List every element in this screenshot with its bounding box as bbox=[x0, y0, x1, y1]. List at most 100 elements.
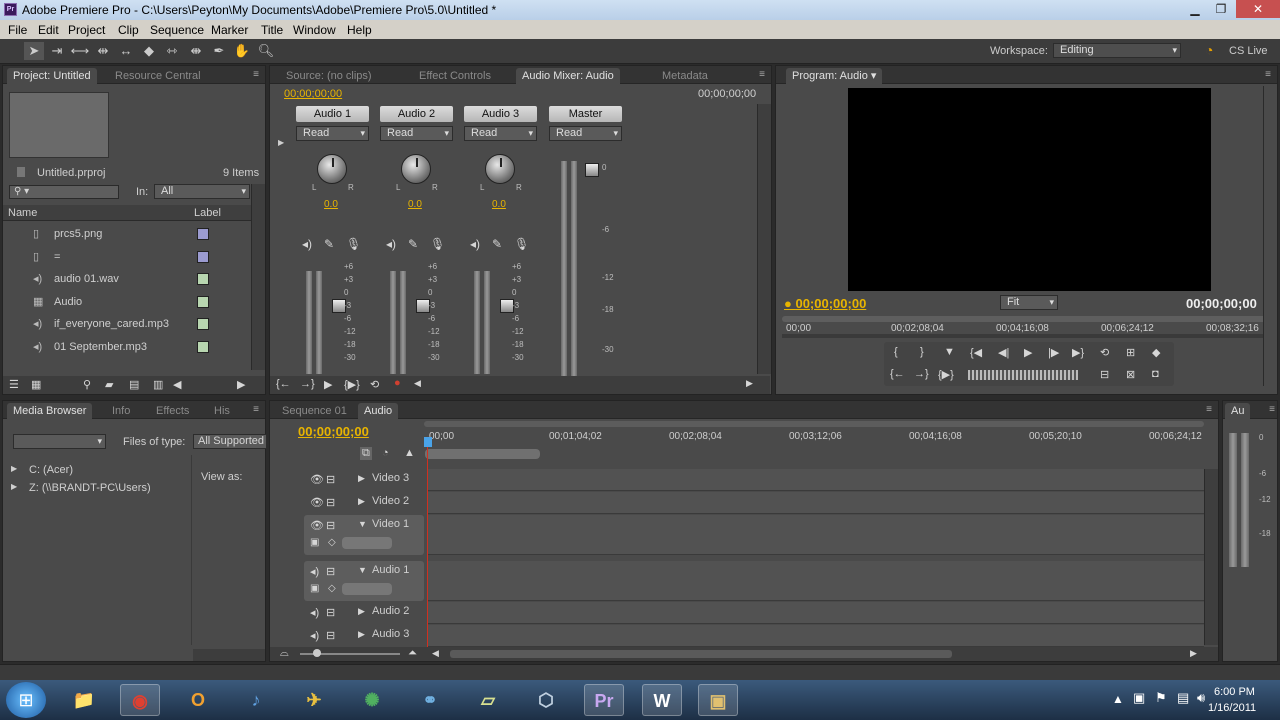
label-color-swatch[interactable] bbox=[197, 318, 209, 330]
record-enable-icon[interactable]: 🎙︎ bbox=[430, 237, 445, 251]
expand-arrow-icon[interactable]: ▶ bbox=[11, 464, 17, 473]
speaker-icon[interactable]: ◂) bbox=[310, 629, 319, 642]
playhead-icon[interactable] bbox=[424, 437, 432, 447]
icon-view-icon[interactable]: ▦ bbox=[31, 378, 41, 391]
rolling-edit-tool-icon[interactable]: ⇹ bbox=[93, 42, 113, 60]
track-lane[interactable] bbox=[428, 492, 1204, 514]
play-in-to-out-icon[interactable]: {▶} bbox=[344, 378, 360, 391]
slip-tool-icon[interactable]: ⇿ bbox=[162, 42, 182, 60]
panel-menu-icon[interactable]: ≡ bbox=[1269, 404, 1275, 415]
pan-knob[interactable] bbox=[485, 154, 515, 184]
expand-track-icon[interactable]: ▶ bbox=[358, 473, 365, 484]
drive-z[interactable]: Z: (\\BRANDT-PC\Users) bbox=[29, 482, 151, 494]
extract-edit-icon[interactable]: ⊠ bbox=[1126, 368, 1135, 381]
loop-icon[interactable]: ⟲ bbox=[370, 378, 379, 391]
expand-track-icon[interactable]: ▶ bbox=[358, 496, 365, 507]
track-lane[interactable] bbox=[428, 469, 1204, 491]
automation-dropdown[interactable]: Read bbox=[296, 126, 369, 141]
lock-track-icon[interactable]: ⊟ bbox=[326, 496, 335, 509]
panel-menu-icon[interactable]: ≡ bbox=[253, 69, 259, 80]
jog-shuttle[interactable] bbox=[968, 370, 1078, 380]
lift-icon[interactable]: {← bbox=[890, 368, 905, 380]
tab-audio-mixer[interactable]: Audio Mixer: Audio bbox=[516, 68, 620, 84]
set-marker-icon[interactable]: ▼ bbox=[944, 346, 955, 358]
mute-track-icon[interactable]: ◂) bbox=[470, 237, 480, 251]
hand-tool-icon[interactable]: ✋ bbox=[232, 42, 252, 60]
keyframe-navigator[interactable] bbox=[342, 583, 392, 595]
menu-clip[interactable]: Clip bbox=[118, 23, 139, 37]
tab-info[interactable]: Info bbox=[106, 403, 136, 419]
track-lane[interactable] bbox=[428, 602, 1204, 624]
label-color-swatch[interactable] bbox=[197, 295, 209, 308]
list-view-icon[interactable]: ☰ bbox=[9, 378, 19, 391]
pan-value[interactable]: 0.0 bbox=[492, 199, 506, 210]
tray-arrow-icon[interactable]: ▲ bbox=[1112, 692, 1124, 706]
tab-project[interactable]: Project: Untitled bbox=[7, 68, 97, 84]
expand-track-icon[interactable]: ▶ bbox=[358, 629, 365, 640]
pan-knob[interactable] bbox=[401, 154, 431, 184]
scroll-left-icon[interactable]: ◀ bbox=[173, 378, 181, 391]
program-timecode[interactable]: ● 00;00;00;00 bbox=[784, 296, 866, 311]
expand-arrow-icon[interactable]: ▶ bbox=[11, 482, 17, 491]
track-lane[interactable] bbox=[428, 561, 1204, 601]
scroll-left-icon[interactable]: ◀ bbox=[414, 378, 421, 389]
keyframe-navigator[interactable] bbox=[342, 537, 392, 549]
drive-c[interactable]: C: (Acer) bbox=[29, 464, 73, 476]
zoom-tool-icon[interactable]: 🔍︎ bbox=[256, 42, 276, 60]
automation-dropdown[interactable]: Read bbox=[464, 126, 537, 141]
taskbar-itunes-icon[interactable]: ♪ bbox=[236, 684, 276, 716]
find-icon[interactable]: ⚲ bbox=[83, 378, 91, 391]
tab-audio-sequence[interactable]: Audio bbox=[358, 403, 399, 419]
menu-window[interactable]: Window bbox=[293, 23, 336, 37]
menu-edit[interactable]: Edit bbox=[38, 23, 59, 37]
menu-sequence[interactable]: Sequence bbox=[150, 23, 204, 37]
menu-title[interactable]: Title bbox=[261, 23, 283, 37]
start-button[interactable]: ⊞ bbox=[6, 682, 46, 718]
lock-track-icon[interactable]: ⊟ bbox=[326, 473, 335, 486]
output-icon[interactable]: ◆ bbox=[1152, 346, 1160, 359]
mute-track-icon[interactable]: ◂) bbox=[302, 237, 312, 251]
list-item[interactable]: ▦ Audio bbox=[3, 293, 251, 313]
safe-margins-icon[interactable]: ⊞ bbox=[1126, 346, 1135, 359]
project-scrollbar[interactable] bbox=[251, 184, 265, 370]
taskbar-app-cube-icon[interactable]: ⬡ bbox=[526, 684, 566, 716]
track-select-tool-icon[interactable]: ⇥ bbox=[47, 42, 67, 60]
list-item[interactable]: ▯ = bbox=[3, 248, 251, 268]
tab-sequence-01[interactable]: Sequence 01 bbox=[276, 403, 353, 419]
location-dropdown[interactable] bbox=[13, 434, 106, 449]
zoom-out-icon[interactable]: ⌓ bbox=[280, 647, 289, 660]
eye-icon[interactable]: 👁︎ bbox=[310, 519, 324, 532]
taskbar-premiere-icon[interactable]: Pr bbox=[584, 684, 624, 716]
label-color-swatch[interactable] bbox=[197, 273, 209, 285]
timeline-timecode[interactable]: 00;00;00;00 bbox=[298, 424, 369, 439]
master-fader[interactable] bbox=[585, 163, 599, 177]
keyframe-icon[interactable]: ◇ bbox=[328, 537, 336, 548]
solo-track-icon[interactable]: ✎ bbox=[492, 237, 502, 251]
mute-track-icon[interactable]: ◂) bbox=[386, 237, 396, 251]
clock-date[interactable]: 1/16/2011 bbox=[1208, 702, 1256, 714]
channel-name-button[interactable]: Audio 1 bbox=[296, 106, 369, 122]
track-lane[interactable] bbox=[428, 515, 1204, 555]
new-bin-icon[interactable]: ▰ bbox=[105, 378, 113, 391]
timeline-vscroll[interactable] bbox=[1204, 469, 1218, 645]
go-to-in-icon[interactable]: {← bbox=[276, 378, 291, 390]
step-forward-icon[interactable]: |▶ bbox=[1048, 346, 1059, 359]
go-to-out-icon[interactable]: ▶} bbox=[1072, 346, 1084, 359]
slide-tool-icon[interactable]: ⇼ bbox=[186, 42, 206, 60]
go-to-in-icon[interactable]: {◀ bbox=[970, 346, 982, 359]
master-automation-dropdown[interactable]: Read bbox=[549, 126, 622, 141]
new-item-icon[interactable]: ▤ bbox=[129, 378, 139, 391]
column-name[interactable]: Name bbox=[8, 207, 37, 219]
mark-out-icon[interactable]: } bbox=[920, 346, 924, 358]
speaker-icon[interactable]: ◂) bbox=[310, 606, 319, 619]
menu-project[interactable]: Project bbox=[68, 23, 105, 37]
selection-tool-icon[interactable]: ➤ bbox=[24, 42, 44, 60]
rate-stretch-tool-icon[interactable]: ↔ bbox=[116, 42, 136, 60]
taskbar-sticky-notes-icon[interactable]: ▱ bbox=[468, 684, 508, 716]
record-enable-icon[interactable]: 🎙︎ bbox=[514, 237, 529, 251]
menu-file[interactable]: File bbox=[8, 23, 27, 37]
list-item[interactable]: ◂) 01 September.mp3 bbox=[3, 338, 251, 358]
tab-effects[interactable]: Effects bbox=[150, 403, 195, 419]
zoom-in-icon[interactable]: ⏶ bbox=[408, 647, 417, 660]
cs-live-button[interactable]: CS Live bbox=[1229, 45, 1268, 57]
